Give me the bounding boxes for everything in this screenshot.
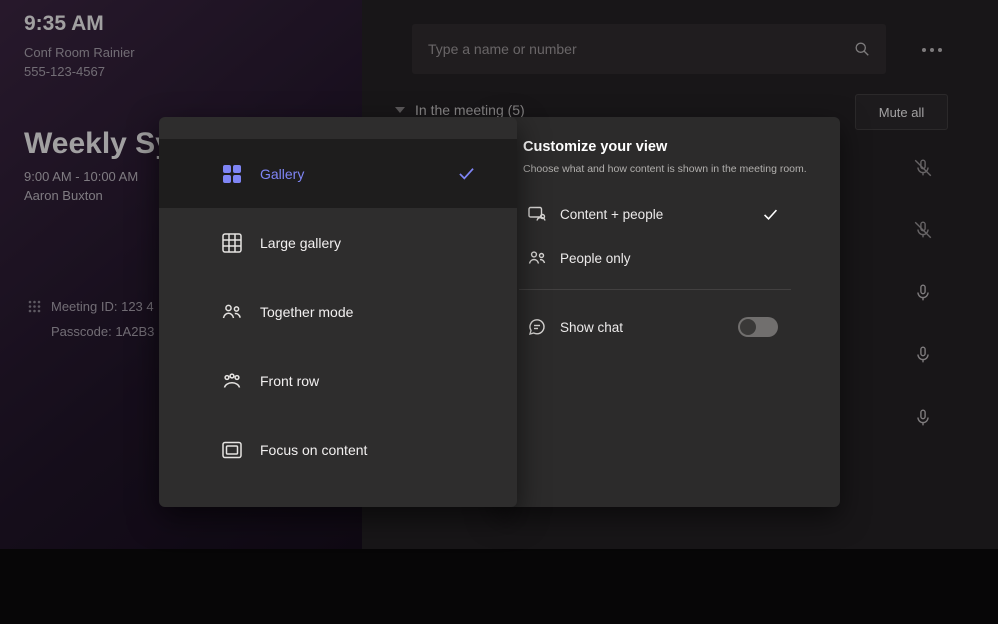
check-icon — [761, 205, 780, 224]
chat-icon — [527, 317, 547, 337]
option-label: People only — [560, 251, 631, 266]
focus-content-icon — [220, 438, 244, 462]
layout-option-large-gallery[interactable]: Large gallery — [159, 208, 517, 277]
layout-option-label: Large gallery — [260, 235, 341, 251]
people-icon — [527, 248, 547, 268]
option-label: Content + people — [560, 207, 663, 222]
layout-option-label: Focus on content — [260, 442, 367, 458]
layout-menu: Gallery Large gallery Together mode Fron… — [159, 117, 517, 507]
layout-option-label: Gallery — [260, 166, 304, 182]
layout-option-together-mode[interactable]: Together mode — [159, 277, 517, 346]
together-mode-icon — [220, 300, 244, 324]
option-people-only[interactable]: People only — [495, 239, 840, 277]
show-chat-row: Show chat — [495, 307, 840, 347]
show-chat-toggle[interactable] — [738, 317, 778, 337]
large-gallery-icon — [220, 231, 244, 255]
layout-option-focus-on-content[interactable]: Focus on content — [159, 415, 517, 484]
control-bar — [0, 549, 998, 624]
divider — [519, 289, 791, 290]
layout-option-label: Together mode — [260, 304, 353, 320]
customize-view-panel: Customize your view Choose what and how … — [495, 117, 840, 507]
teams-room-console: 9:35 AM Conf Room Rainier 555-123-4567 W… — [0, 0, 998, 624]
front-row-icon — [220, 369, 244, 393]
content-people-icon — [527, 204, 547, 224]
option-content-and-people[interactable]: Content + people — [495, 195, 840, 233]
layout-option-gallery[interactable]: Gallery — [159, 139, 517, 208]
show-chat-label: Show chat — [560, 320, 623, 335]
layout-option-front-row[interactable]: Front row — [159, 346, 517, 415]
check-icon — [456, 163, 477, 184]
customize-title: Customize your view — [523, 139, 667, 155]
toggle-knob — [740, 319, 756, 335]
layout-option-label: Front row — [260, 373, 319, 389]
customize-subtitle: Choose what and how content is shown in … — [523, 163, 807, 175]
gallery-icon — [220, 162, 244, 186]
